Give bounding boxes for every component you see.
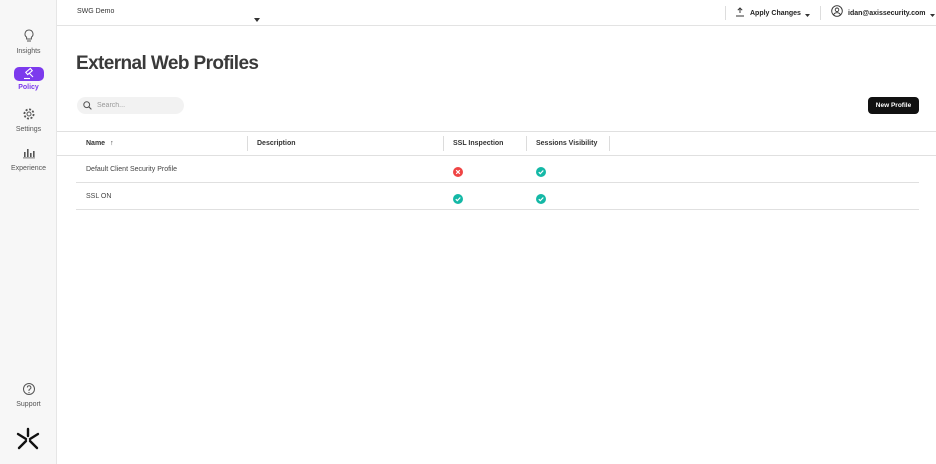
sidebar: Insights Policy Settings Experience Supp… — [0, 0, 57, 464]
new-profile-button[interactable]: New Profile — [868, 97, 919, 114]
check-circle-icon — [453, 191, 463, 204]
chevron-down-icon — [804, 4, 810, 22]
table-row[interactable]: SSL ON — [76, 183, 919, 210]
divider — [820, 6, 821, 20]
gavel-icon — [13, 67, 44, 81]
column-divider — [609, 136, 610, 151]
sidebar-item-label: Support — [16, 401, 41, 408]
search-input[interactable] — [97, 102, 177, 109]
check-circle-icon — [536, 164, 546, 177]
column-header-description[interactable]: Description — [257, 132, 296, 155]
sidebar-item-label: Experience — [10, 165, 47, 172]
sidebar-item-label: Insights — [16, 48, 41, 55]
search-icon — [83, 97, 92, 115]
column-header-sessions-visibility[interactable]: Sessions Visibility — [536, 132, 597, 155]
error-x-icon — [453, 164, 463, 177]
sidebar-item-insights[interactable]: Insights — [0, 29, 57, 55]
column-header-name[interactable]: Name ↑ — [86, 132, 114, 155]
user-avatar-icon — [831, 4, 843, 22]
chevron-down-icon[interactable] — [254, 9, 260, 27]
upload-icon — [735, 4, 745, 22]
sort-arrow-icon: ↑ — [110, 140, 114, 147]
tenant-selector[interactable]: SWG Demo — [77, 8, 114, 15]
apply-changes-label: Apply Changes — [750, 9, 801, 17]
profile-name: Default Client Security Profile — [86, 165, 178, 173]
chevron-down-icon — [929, 4, 935, 22]
sidebar-item-settings[interactable]: Settings — [0, 107, 57, 133]
search-box[interactable] — [77, 97, 184, 114]
column-divider — [443, 136, 444, 151]
profile-name: SSL ON — [86, 192, 112, 200]
apply-changes-button[interactable]: Apply Changes — [735, 5, 810, 21]
user-menu[interactable]: idan@axissecurity.com — [831, 5, 935, 21]
page-title: External Web Profiles — [76, 53, 259, 74]
gear-icon — [14, 107, 44, 123]
lightbulb-icon — [14, 29, 44, 45]
sidebar-item-policy[interactable]: Policy — [0, 67, 57, 91]
divider — [725, 6, 726, 20]
table-header: Name ↑ Description SSL Inspection Sessio… — [57, 131, 936, 156]
check-circle-icon — [536, 191, 546, 204]
user-email: idan@axissecurity.com — [848, 9, 926, 17]
table-row[interactable]: Default Client Security Profile — [76, 156, 919, 183]
sidebar-item-label: Settings — [15, 126, 42, 133]
bar-chart-icon — [14, 146, 44, 162]
column-header-ssl-inspection[interactable]: SSL Inspection — [453, 132, 503, 155]
sidebar-item-experience[interactable]: Experience — [0, 146, 57, 172]
sidebar-item-label: Policy — [18, 84, 39, 91]
axis-logo — [14, 426, 42, 452]
column-divider — [526, 136, 527, 151]
help-circle-icon — [14, 382, 44, 398]
top-bar: SWG Demo Apply Changes idan@axissecurity… — [57, 0, 936, 26]
sidebar-item-support[interactable]: Support — [0, 382, 57, 408]
column-divider — [247, 136, 248, 151]
